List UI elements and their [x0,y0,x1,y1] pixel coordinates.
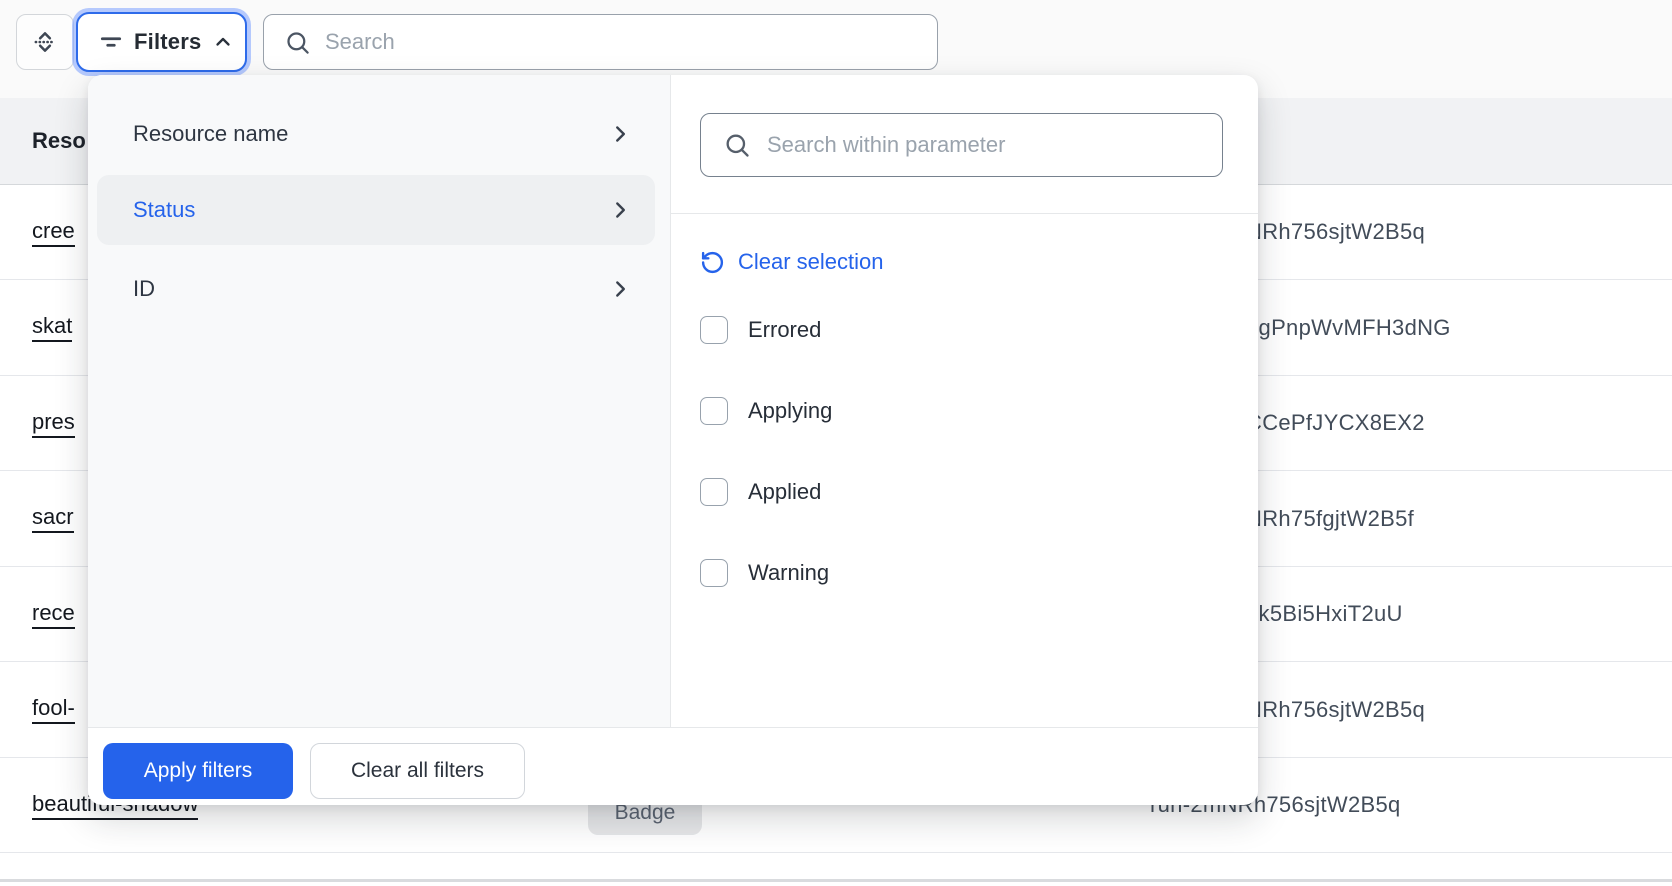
resource-id: NRh75fgjtW2B5f [1246,506,1414,532]
filter-parameter-menu [88,75,671,727]
apply-filters-button[interactable]: Apply filters [103,743,293,799]
resource-link[interactable]: pres [32,409,75,438]
search-icon [723,131,751,159]
resource-id: gk5Bi5HxiT2uU [1246,601,1403,627]
checkbox[interactable] [700,316,728,344]
filter-option-applied[interactable]: Applied [700,476,821,508]
checkbox[interactable] [700,559,728,587]
menu-item-status[interactable]: Status [97,175,655,245]
chevron-right-icon [607,276,633,302]
divider [671,213,1258,214]
filters-button[interactable]: Filters [76,12,247,72]
resource-link[interactable]: cree [32,218,75,247]
filters-button-label: Filters [134,29,201,55]
divider [88,727,1258,728]
parameter-search-input[interactable] [767,132,1222,158]
resource-id: NRh756sjtW2B5q [1246,697,1425,723]
unfold-vertical-icon [31,28,59,56]
app-root: Filters Reso cree NRh756sjtW2B5q skat 3g… [0,0,1672,886]
table-bottom-border [0,879,1672,882]
search-icon [284,29,311,56]
filter-option-errored[interactable]: Errored [700,314,821,346]
resource-link[interactable]: fool- [32,695,75,724]
column-header-resource-name: Reso [32,128,86,154]
undo-icon [700,250,725,275]
resource-link[interactable]: skat [32,313,72,342]
chevron-right-icon [607,197,633,223]
chevron-right-icon [607,121,633,147]
sort-order-button[interactable] [16,14,74,70]
global-search [263,14,938,70]
filter-option-warning[interactable]: Warning [700,557,829,589]
filter-option-applying[interactable]: Applying [700,395,832,427]
menu-item-id[interactable]: ID [97,254,655,324]
resource-id: CCePfJYCX8EX2 [1246,410,1425,436]
clear-selection-link[interactable]: Clear selection [700,245,884,279]
resource-link[interactable]: sacr [32,504,74,533]
resource-link[interactable]: rece [32,600,75,629]
filters-popover: Resource name Status ID [88,75,1258,805]
chevron-up-icon [211,30,235,54]
filter-lines-icon [98,29,124,55]
parameter-search [700,113,1223,177]
resource-id: 3gPnpWvMFH3dNG [1246,315,1451,341]
clear-selection-label: Clear selection [738,249,884,275]
clear-all-filters-button[interactable]: Clear all filters [310,743,525,799]
menu-item-resource-name[interactable]: Resource name [97,99,655,169]
checkbox[interactable] [700,478,728,506]
search-input[interactable] [325,29,937,55]
resource-id: NRh756sjtW2B5q [1246,219,1425,245]
checkbox[interactable] [700,397,728,425]
